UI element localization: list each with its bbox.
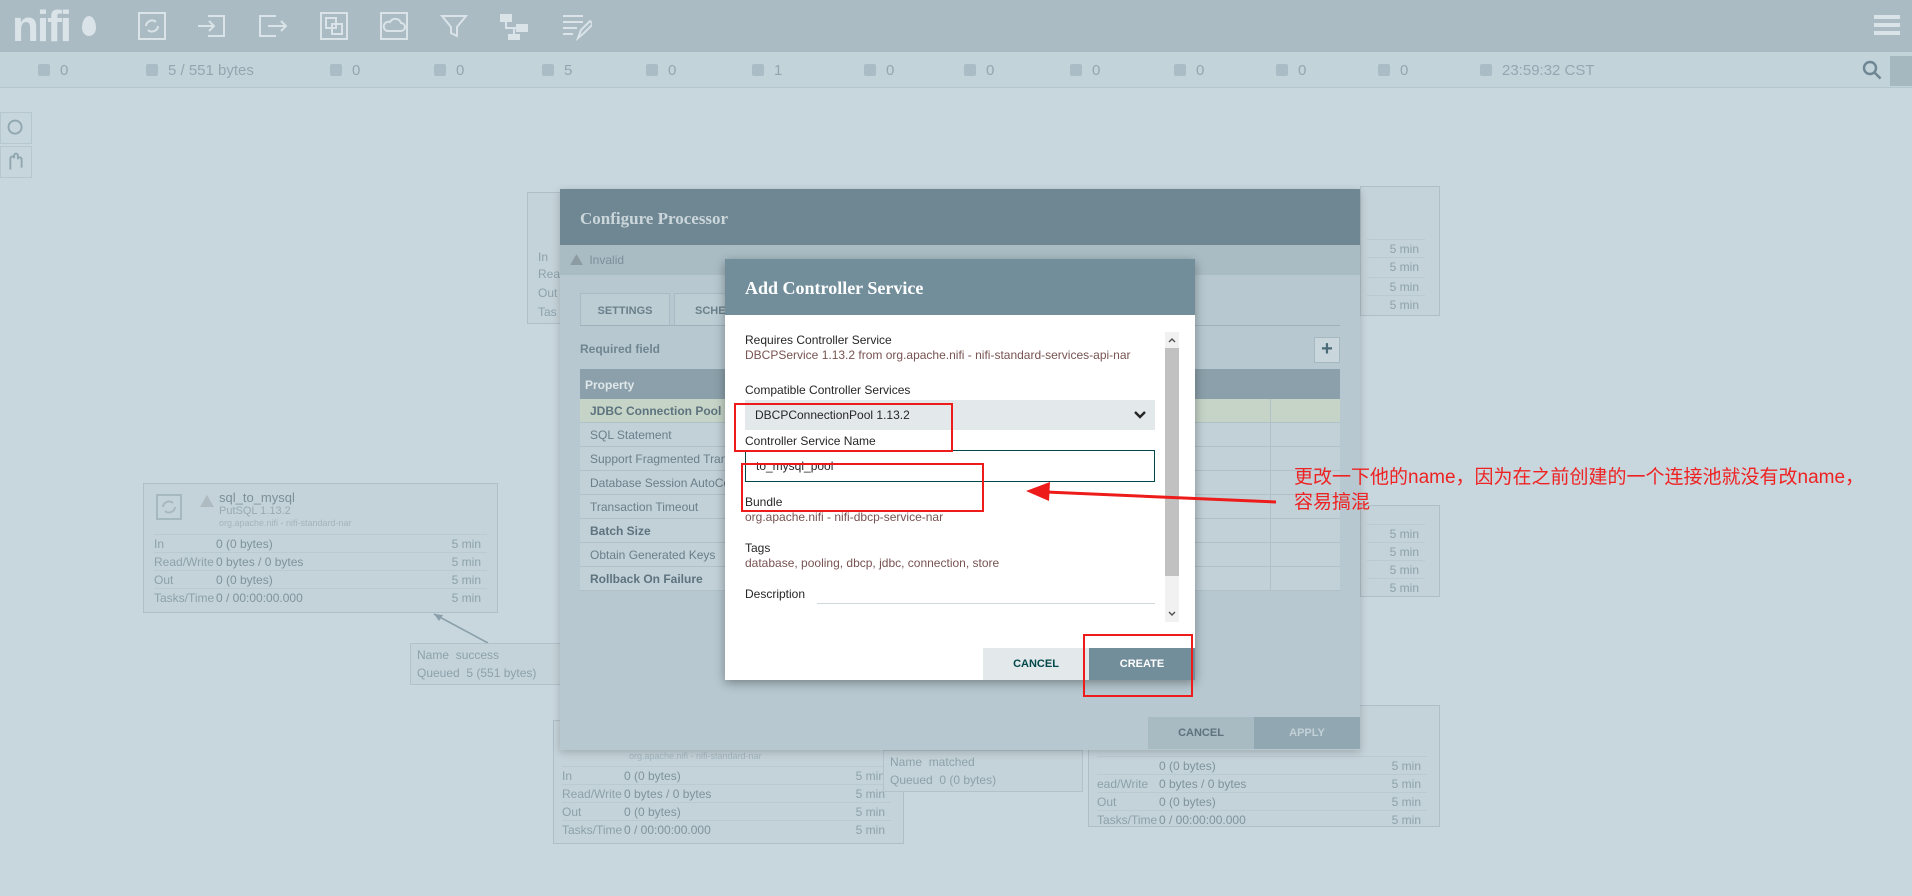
- annotation-arrow: [1026, 482, 1277, 504]
- annotation-text: 更改一下他的name，因为在之前创建的一个连接池就没有改name，容易搞混: [1294, 467, 1865, 513]
